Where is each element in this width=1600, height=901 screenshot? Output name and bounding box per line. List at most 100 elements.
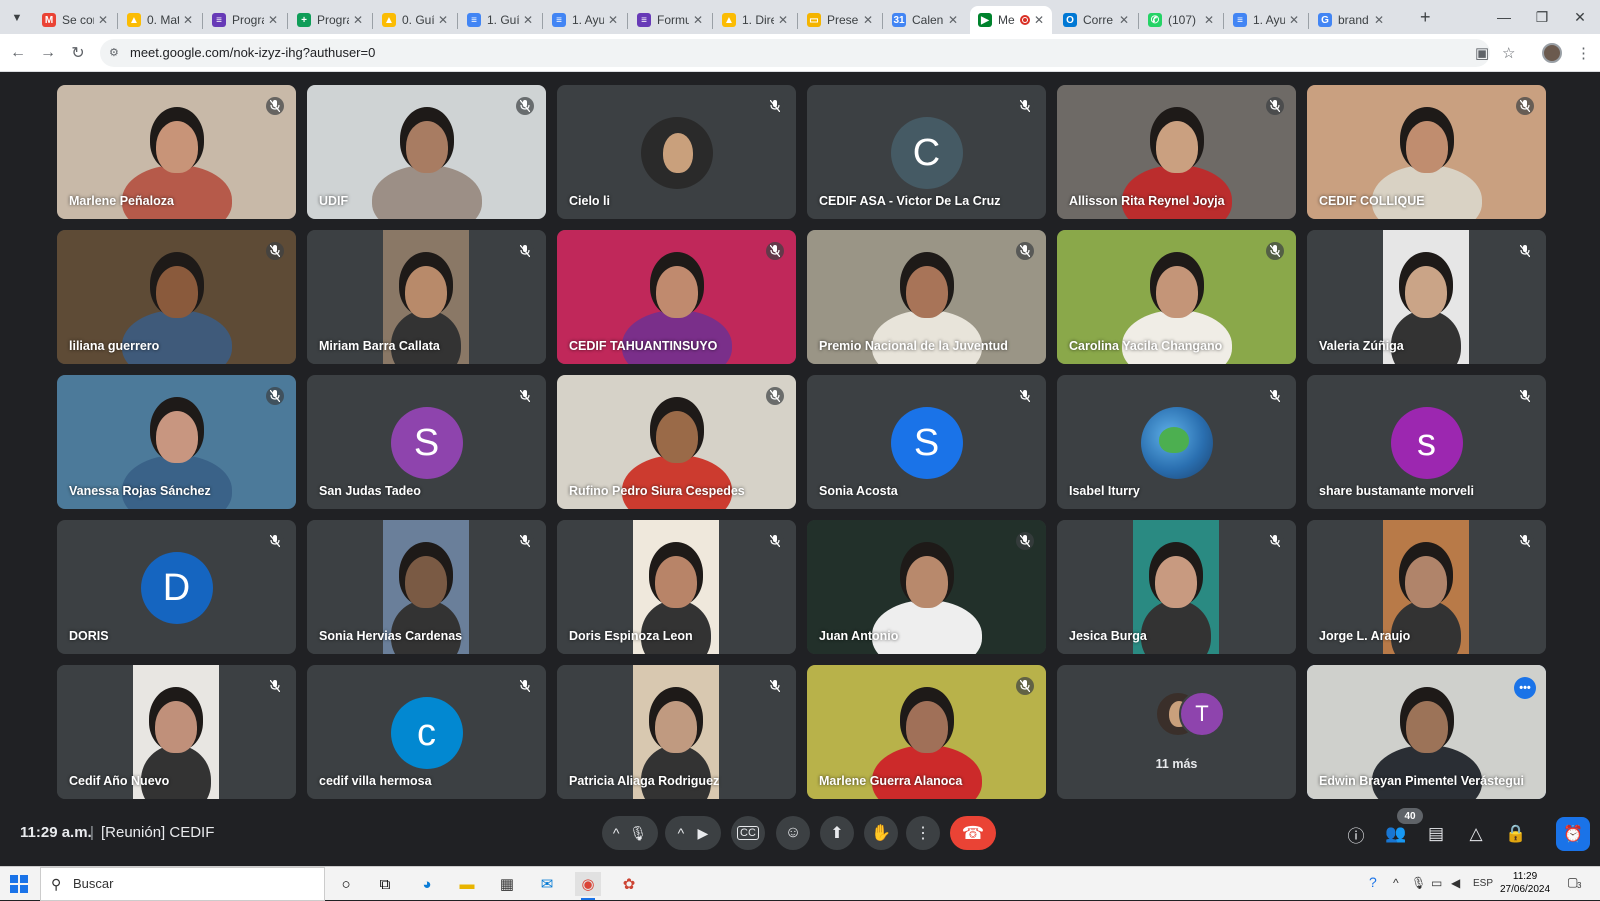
task-view-icon[interactable]: ⧉ — [372, 872, 398, 896]
people-icon[interactable]: 👥 — [1385, 824, 1406, 844]
present-button[interactable]: ⬆ — [820, 816, 854, 850]
close-tab-icon[interactable]: ✕ — [863, 13, 873, 27]
leave-call-button[interactable]: ☎ — [950, 816, 996, 850]
restore-button[interactable]: ❐ — [1524, 4, 1560, 30]
participant-tile[interactable]: Doris Espinoza Leon — [557, 520, 796, 654]
volume-icon[interactable]: ◀ — [1451, 876, 1460, 890]
close-tab-icon[interactable]: ✕ — [608, 13, 618, 27]
close-tab-icon[interactable]: ✕ — [1034, 13, 1044, 27]
participant-tile[interactable]: Jesica Burga — [1057, 520, 1296, 654]
forward-icon[interactable]: → — [38, 43, 58, 63]
reload-icon[interactable]: ↻ — [68, 43, 88, 63]
browser-tab[interactable]: + Progra ✕ — [289, 6, 371, 34]
edge-icon[interactable]: ◕ — [414, 872, 440, 896]
browser-tab[interactable]: ≡ 1. Ayu ✕ — [544, 6, 626, 34]
participant-tile[interactable]: CEDIF COLLIQUE — [1307, 85, 1546, 219]
site-info-icon[interactable]: ⚙ — [109, 39, 119, 67]
close-tab-icon[interactable]: ✕ — [778, 13, 788, 27]
browser-tab[interactable]: ▶ Me ✕ — [970, 6, 1052, 34]
participant-tile[interactable]: Cedif Año Nuevo — [57, 665, 296, 799]
participant-tile[interactable]: Marlene Guerra Alanoca — [807, 665, 1046, 799]
raise-hand-button[interactable]: ✋ — [864, 816, 898, 850]
browser-menu-icon[interactable]: ⋮ — [1576, 44, 1591, 62]
participant-tile[interactable]: Marlene Peñaloza — [57, 85, 296, 219]
browser-tab[interactable]: 31 Calen ✕ — [884, 6, 966, 34]
participant-tile[interactable]: Allisson Rita Reynel Joyja — [1057, 85, 1296, 219]
windows-start-icon[interactable] — [10, 875, 28, 893]
host-controls-icon[interactable]: 🔒 — [1505, 824, 1526, 844]
participant-tile[interactable]: S San Judas Tadeo — [307, 375, 546, 509]
participant-tile[interactable]: Edwin Brayan Pimentel Verástegui ••• — [1307, 665, 1546, 799]
close-tab-icon[interactable]: ✕ — [1119, 13, 1129, 27]
activities-shapes-icon[interactable]: △ — [1466, 824, 1486, 844]
tab-search-icon[interactable]: ▼ — [6, 7, 28, 29]
close-tab-icon[interactable]: ✕ — [693, 13, 703, 27]
browser-tab[interactable]: ≡ 1. Guí ✕ — [459, 6, 541, 34]
close-window-button[interactable]: ✕ — [1562, 4, 1598, 30]
taskbar-clock[interactable]: 11:29 27/06/2024 — [1500, 870, 1550, 896]
participant-tile[interactable]: Sonia Hervias Cardenas — [307, 520, 546, 654]
browser-tab[interactable]: ≡ 1. Ayu ✕ — [1225, 6, 1307, 34]
close-tab-icon[interactable]: ✕ — [438, 13, 448, 27]
browser-tab[interactable]: ▭ Preser ✕ — [799, 6, 881, 34]
activities-button[interactable]: ⏰ — [1556, 817, 1590, 851]
chrome-icon[interactable]: ◉ — [575, 872, 601, 900]
participant-tile[interactable]: Juan Antonio — [807, 520, 1046, 654]
browser-tab[interactable]: M Se cor ✕ — [34, 6, 116, 34]
participant-tile[interactable]: T 11 más — [1057, 665, 1296, 799]
tray-chevron-up-icon[interactable]: ^ — [1393, 876, 1399, 890]
camera-in-use-icon[interactable]: ▣ — [1475, 44, 1489, 62]
participant-tile[interactable]: Vanessa Rojas Sánchez — [57, 375, 296, 509]
more-options-button[interactable]: ⋮ — [906, 816, 940, 850]
browser-tab[interactable]: ≡ Progra ✕ — [204, 6, 286, 34]
microphone-control[interactable]: ^ 🎙 — [602, 816, 658, 850]
help-icon[interactable]: ? — [1369, 874, 1377, 890]
network-icon[interactable]: ▭ — [1431, 876, 1442, 890]
participant-tile[interactable]: CEDIF TAHUANTINSUYO — [557, 230, 796, 364]
close-tab-icon[interactable]: ✕ — [523, 13, 533, 27]
participant-tile[interactable]: S Sonia Acosta — [807, 375, 1046, 509]
participant-tile[interactable]: UDIF — [307, 85, 546, 219]
browser-tab[interactable]: ≡ Formu ✕ — [629, 6, 711, 34]
new-tab-button[interactable]: + — [1420, 7, 1431, 28]
url-field[interactable]: ⚙ meet.google.com/nok-izyz-ihg?authuser=… — [100, 39, 1490, 67]
close-tab-icon[interactable]: ✕ — [268, 13, 278, 27]
taskbar-search-input[interactable]: ⚲ Buscar — [40, 867, 325, 901]
app-icon[interactable]: ✿ — [616, 872, 642, 896]
reactions-button[interactable]: ☺ — [776, 816, 810, 850]
participant-tile[interactable]: Miriam Barra Callata — [307, 230, 546, 364]
close-tab-icon[interactable]: ✕ — [1374, 13, 1384, 27]
browser-tab[interactable]: Gbrand ✕ — [1310, 6, 1392, 34]
browser-tab[interactable]: ▲ 0. Guí ✕ — [374, 6, 456, 34]
chevron-up-icon[interactable]: ^ — [678, 825, 685, 841]
participant-tile[interactable]: Rufino Pedro Siura Cespedes — [557, 375, 796, 509]
mail-icon[interactable]: ✉ — [534, 872, 560, 896]
meeting-info-icon[interactable]: ⓘ — [1346, 824, 1366, 846]
participant-tile[interactable]: Patricia Aliaga Rodriguez — [557, 665, 796, 799]
microsoft-store-icon[interactable]: ▦ — [494, 872, 520, 896]
more-options-icon[interactable]: ••• — [1514, 677, 1536, 699]
participant-tile[interactable]: C CEDIF ASA - Victor De La Cruz — [807, 85, 1046, 219]
captions-button[interactable]: CC — [731, 816, 765, 850]
participant-tile[interactable]: c cedif villa hermosa — [307, 665, 546, 799]
tray-microphone-icon[interactable]: 🎙 — [1411, 876, 1426, 890]
participant-tile[interactable]: Isabel Iturry — [1057, 375, 1296, 509]
participant-tile[interactable]: Cielo li — [557, 85, 796, 219]
microphone-icon[interactable]: 🎙 — [629, 825, 647, 842]
participant-tile[interactable]: Carolina Yacila Changano — [1057, 230, 1296, 364]
profile-avatar[interactable] — [1542, 43, 1562, 63]
participant-tile[interactable]: D DORIS — [57, 520, 296, 654]
close-tab-icon[interactable]: ✕ — [1289, 13, 1299, 27]
chat-icon[interactable]: ▤ — [1426, 824, 1446, 844]
minimize-button[interactable]: — — [1486, 4, 1522, 30]
close-tab-icon[interactable]: ✕ — [1204, 13, 1214, 27]
participant-tile[interactable]: Premio Nacional de la Juventud — [807, 230, 1046, 364]
cortana-icon[interactable]: ○ — [333, 872, 359, 896]
browser-tab[interactable]: ▲ 1. Dire ✕ — [714, 6, 796, 34]
participant-tile[interactable]: liliana guerrero — [57, 230, 296, 364]
close-tab-icon[interactable]: ✕ — [183, 13, 193, 27]
language-indicator[interactable]: ESP — [1473, 878, 1493, 889]
browser-tab[interactable]: ▲ 0. Mat ✕ — [119, 6, 201, 34]
close-tab-icon[interactable]: ✕ — [353, 13, 363, 27]
browser-tab[interactable]: ✆ (107) ✕ — [1140, 6, 1222, 34]
